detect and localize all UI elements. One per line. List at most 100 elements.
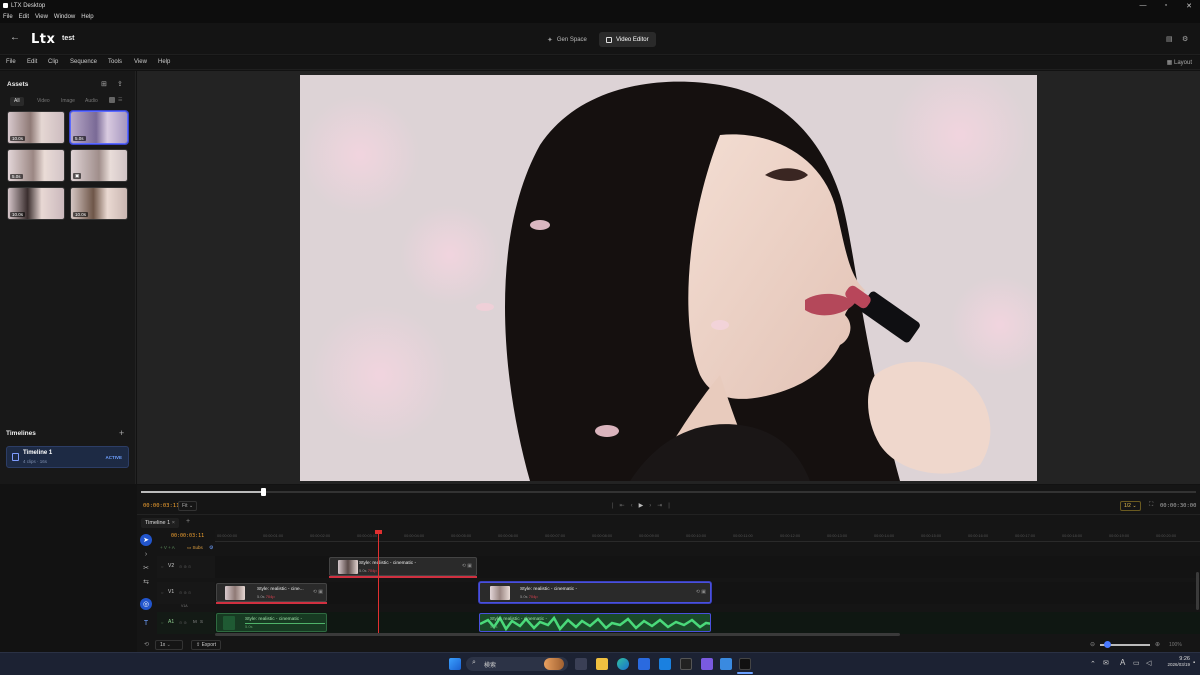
os-menu-view[interactable]: View [35,14,48,20]
list-view-icon[interactable]: ☰ [118,97,122,103]
tray-chevron-icon[interactable]: ⌃ [1090,660,1096,668]
os-menu-file[interactable]: File [3,14,13,20]
document-icon[interactable]: ▤ [1166,35,1174,44]
zoom-slider-handle[interactable] [1104,641,1111,648]
asset-thumb[interactable]: 10.0s [70,187,128,220]
select-tool-icon[interactable]: ➤ [140,534,152,546]
timeline-h-scrollbar[interactable] [215,633,900,636]
preview-scrubber[interactable] [137,485,1200,499]
store-icon[interactable] [638,658,650,670]
playhead-handle[interactable] [375,530,382,534]
os-menu-edit[interactable]: Edit [19,14,29,20]
play-icon[interactable]: ▶ [639,503,650,509]
asset-thumb-image[interactable]: ▣ [70,149,128,182]
add-timeline-icon[interactable]: + [119,428,124,438]
timeline-settings-icon[interactable]: ⚙ [209,545,213,551]
close-tab-icon[interactable]: × [172,520,175,526]
track-select-icon[interactable]: › [140,548,152,560]
scrubber-handle[interactable] [261,488,266,496]
filter-all[interactable]: All [10,97,24,106]
clip-a1-b[interactable]: Style: realistic - cinematic - 5.0s [479,613,711,632]
asset-thumb-selected[interactable]: 5.0s [70,111,128,144]
razor-tool-icon[interactable]: ✂ [140,562,152,574]
outlook-icon[interactable] [659,658,671,670]
ltx-taskbar-icon[interactable] [739,658,751,670]
grid-view-icon[interactable] [109,97,115,103]
go-start-icon[interactable]: |⇤ [612,503,631,509]
add-track-buttons[interactable]: + V + A [160,545,175,550]
new-folder-icon[interactable]: ⊞ [101,80,107,88]
wifi-icon[interactable]: ✉ [1103,659,1109,667]
clip-options-icon[interactable]: ⟲ ▣ [462,563,472,569]
add-tab-icon[interactable]: + [186,518,190,525]
timeline-tab[interactable]: Timeline 1 × [141,518,179,528]
clip-v2[interactable]: Style: realistic - cinematic - 5.0s 704p… [329,557,477,576]
playhead[interactable] [378,530,379,634]
layout-button[interactable]: ▦ Layout [1167,59,1192,66]
os-menu-help[interactable]: Help [81,14,93,20]
asset-thumb[interactable]: 5.0s [7,149,65,182]
timeline-v-scrollbar[interactable] [1196,572,1199,610]
video-editor-button[interactable]: Video Editor [599,32,656,47]
clip-a1-a[interactable]: Style: realistic - cinematic - 5.0s [216,613,327,632]
timeline-card[interactable]: Timeline 1 4 clips · 16s ACTIVE [6,446,129,468]
video-preview[interactable] [300,75,1037,481]
task-view-icon[interactable] [575,658,587,670]
export-button[interactable]: ⇪ Export [191,640,222,650]
menu-file[interactable]: File [6,59,16,65]
notepad-icon[interactable] [720,658,732,670]
track-visibility-icon[interactable]: ○ [161,620,163,625]
menu-help[interactable]: Help [158,59,170,65]
filter-audio[interactable]: Audio [81,97,102,106]
volume-icon[interactable]: ◁ [1146,659,1151,667]
menu-sequence[interactable]: Sequence [70,59,97,65]
speed-select[interactable]: 1x ⌄ [155,640,183,650]
loop-icon[interactable]: ⟲ [144,641,149,648]
upload-icon[interactable]: ⇪ [117,80,123,88]
file-explorer-icon[interactable] [596,658,608,670]
track-visibility-icon[interactable]: ○ [161,590,163,595]
ripple-tool-icon[interactable]: ⇆ [140,576,152,588]
clock[interactable]: 9:26 2026/03/19 [1160,656,1190,667]
asset-thumb[interactable]: 10.0s [7,111,65,144]
filter-image[interactable]: Image [57,97,79,106]
menu-clip[interactable]: Clip [48,59,58,65]
zoom-out-icon[interactable]: ⊖ [1090,641,1095,648]
clip-options-icon[interactable]: ⟲ ▣ [696,589,706,595]
clip-options-icon[interactable]: ⟲ ▣ [313,589,323,595]
clip-v1-b-selected[interactable]: Style: realistic - cinematic - 5.0s 704p… [479,582,711,603]
app-icon-purple[interactable] [701,658,713,670]
windows-start-icon[interactable] [449,658,461,670]
taskbar-search[interactable]: ⌕ 検索 [466,657,568,671]
ime-indicator[interactable]: A [1120,658,1125,667]
solo-button[interactable]: S [200,619,203,624]
subtitle-button[interactable]: ▭ Subs [187,545,203,551]
fullscreen-icon[interactable]: ⛶ [1149,502,1153,509]
settings-gear-icon[interactable]: ⚙ [1182,35,1190,44]
mute-button[interactable]: M [193,619,197,624]
track-lock-icon[interactable]: ⊝ ⊛ ⊙ [179,590,191,595]
text-tool-icon[interactable]: T [140,617,152,629]
go-end-icon[interactable]: ⇥| [657,503,676,509]
menu-tools[interactable]: Tools [108,59,122,65]
notification-icon[interactable]: ▪ [1193,660,1195,666]
asset-thumb[interactable]: 10.0s [7,187,65,220]
gen-space-button[interactable]: ✦ Gen Space [540,32,594,47]
menu-view[interactable]: View [134,59,147,65]
zoom-select[interactable]: Fit ⌄ [178,501,198,511]
network-icon[interactable]: ▭ [1133,659,1140,667]
track-visibility-icon[interactable]: ○ [161,564,163,569]
zoom-in-icon[interactable]: ⊕ [1155,641,1160,648]
filter-video[interactable]: Video [33,97,54,106]
resolution-select[interactable]: 1/2 ⌄ [1120,501,1141,511]
snap-tool-icon[interactable]: ◎ [140,598,152,610]
clip-v1-a[interactable]: Style: realistic - cine... 5.0s 704p ⟲ ▣ [216,583,327,602]
time-ruler[interactable]: 00:00:00:00 00:00:01:00 00:00:02:00 00:0… [215,530,1200,542]
close-window-button[interactable]: ✕ [1176,0,1200,11]
track-lock-icon[interactable]: ⊝ ⊛ [179,620,187,625]
os-menu-window[interactable]: Window [54,14,75,20]
terminal-icon[interactable] [680,658,692,670]
track-lock-icon[interactable]: ⊝ ⊛ ⊙ [179,564,191,569]
menu-edit[interactable]: Edit [27,59,37,65]
back-arrow-icon[interactable]: ← [10,32,22,44]
